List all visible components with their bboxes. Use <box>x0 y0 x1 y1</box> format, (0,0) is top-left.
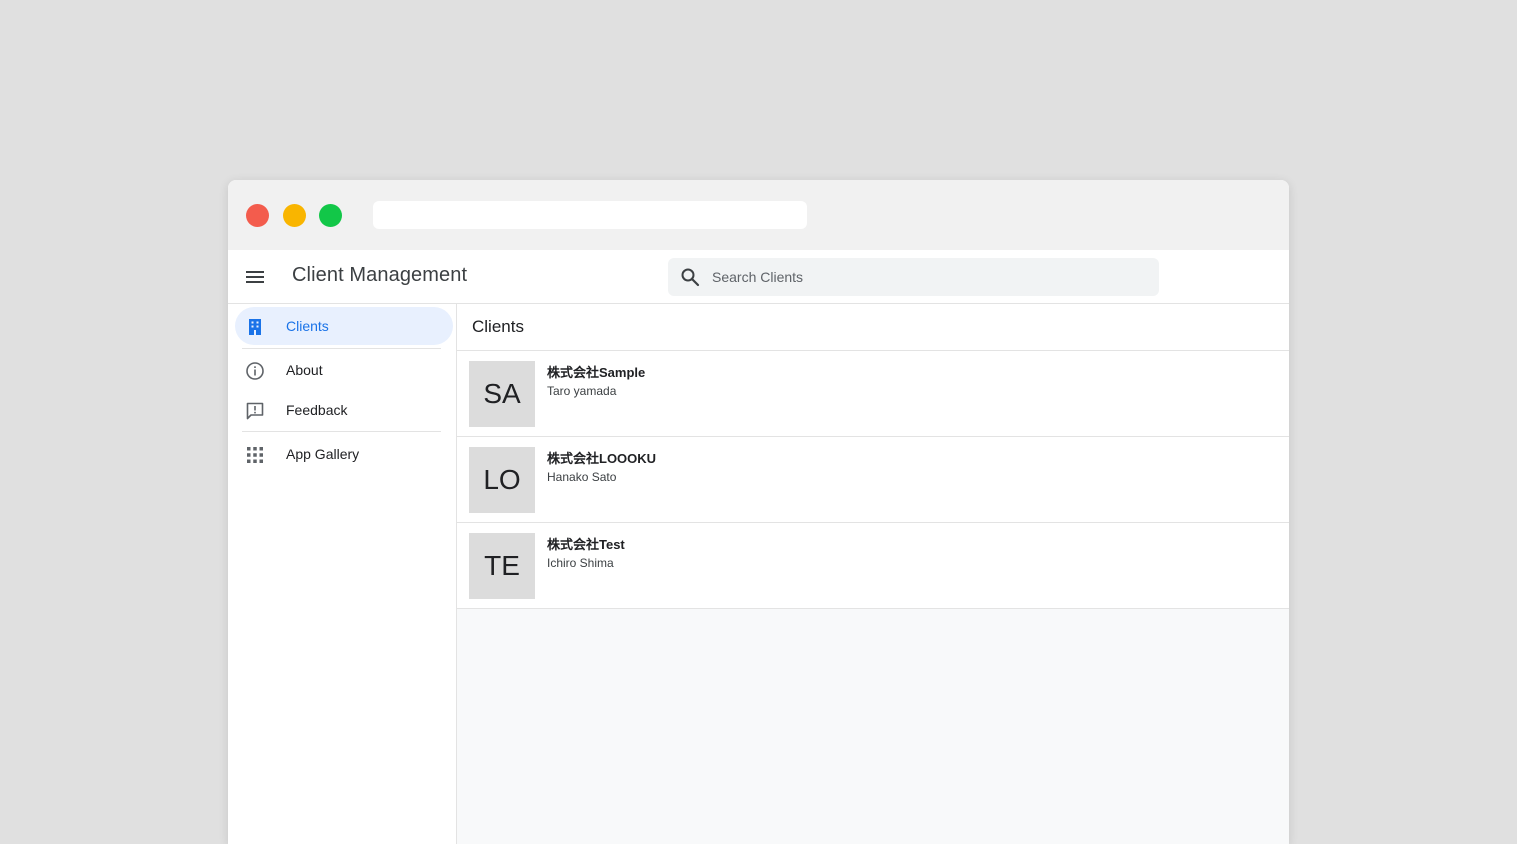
close-window-button[interactable] <box>246 204 269 227</box>
hamburger-menu-icon[interactable] <box>244 267 266 287</box>
app-title: Client Management <box>292 264 468 286</box>
minimize-window-button[interactable] <box>283 204 306 227</box>
page-title: Clients <box>472 317 524 336</box>
client-contact: Ichiro Shima <box>547 556 614 570</box>
client-name: 株式会社Test <box>547 537 625 552</box>
sidebar-item-about[interactable]: About <box>235 351 453 389</box>
sidebar-item-clients[interactable]: Clients <box>235 307 453 345</box>
browser-window: Client Management Search Clients Clients… <box>228 180 1289 844</box>
sidebar-item-label: Clients <box>286 318 329 334</box>
client-name: 株式会社Sample <box>547 365 646 380</box>
maximize-window-button[interactable] <box>319 204 342 227</box>
address-bar[interactable] <box>373 201 807 229</box>
client-list-item[interactable]: LO 株式会社LOOOKU Hanako Sato <box>457 437 1289 523</box>
client-contact: Taro yamada <box>547 384 617 398</box>
client-avatar: TE <box>469 533 535 599</box>
sidebar-divider <box>242 348 441 349</box>
apps-grid-icon <box>245 445 265 465</box>
sidebar-item-label: About <box>286 362 323 378</box>
main-content: Clients SA 株式会社Sample Taro yamada LO 株式会… <box>457 304 1289 844</box>
search-icon <box>680 267 700 287</box>
sidebar-item-label: Feedback <box>286 402 348 418</box>
client-avatar: SA <box>469 361 535 427</box>
client-contact: Hanako Sato <box>547 470 617 484</box>
sidebar-item-label: App Gallery <box>286 446 360 462</box>
feedback-icon <box>245 401 265 421</box>
window-titlebar <box>228 180 1289 250</box>
client-name: 株式会社LOOOKU <box>547 451 657 466</box>
client-avatar: LO <box>469 447 535 513</box>
building-icon <box>245 317 265 337</box>
sidebar: Clients About Feedback App Gallery <box>228 304 457 844</box>
sidebar-divider <box>242 431 441 432</box>
search-input[interactable] <box>712 258 1142 296</box>
client-list-item[interactable]: SA 株式会社Sample Taro yamada <box>457 351 1289 437</box>
sidebar-item-feedback[interactable]: Feedback <box>235 391 453 429</box>
main-header: Clients <box>457 304 1289 351</box>
app-bar: Client Management <box>228 250 1289 304</box>
info-icon <box>245 361 265 381</box>
sidebar-item-app-gallery[interactable]: App Gallery <box>235 435 453 473</box>
client-list-item[interactable]: TE 株式会社Test Ichiro Shima <box>457 523 1289 609</box>
search-box[interactable] <box>668 258 1159 296</box>
